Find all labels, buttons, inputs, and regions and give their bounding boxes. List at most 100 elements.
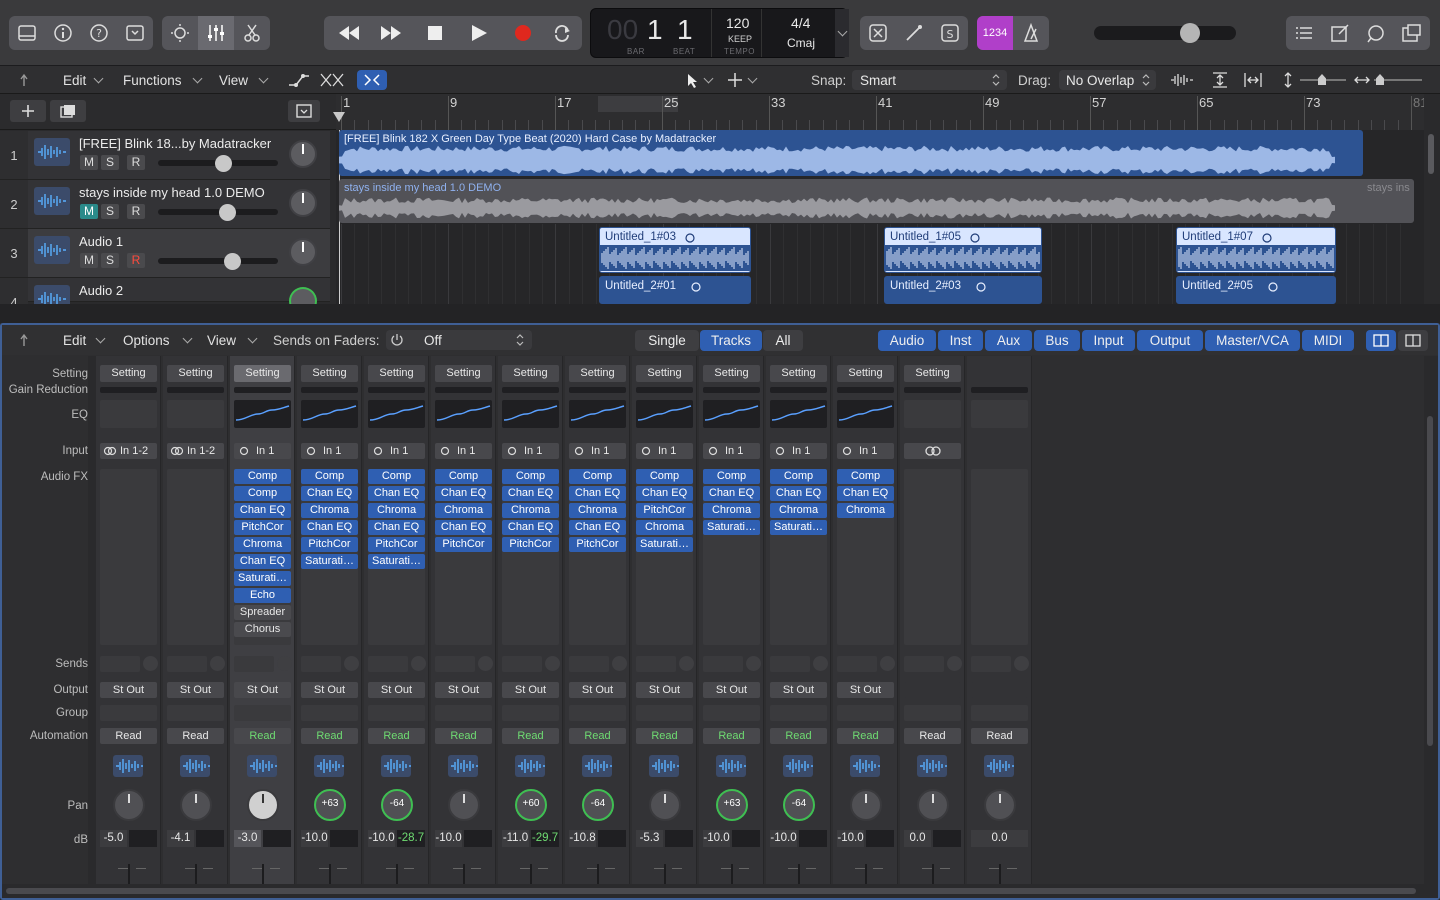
audio-fx-slot[interactable]: Chroma xyxy=(569,503,626,518)
fader-track[interactable] xyxy=(664,864,666,886)
group-slot[interactable] xyxy=(167,705,224,721)
automation-mode-button[interactable]: Read xyxy=(636,728,693,744)
pan-knob[interactable] xyxy=(113,789,145,821)
wide-strips-button[interactable] xyxy=(1398,330,1428,351)
audio-fx-slot[interactable]: Chan EQ xyxy=(569,486,626,501)
audio-fx-area[interactable]: Comp Chan EQ Chroma Chan EQ PitchCor Saturati… xyxy=(368,469,425,645)
pan-knob[interactable] xyxy=(289,140,317,168)
eq-thumbnail[interactable] xyxy=(971,400,1028,428)
mixer-vscrollbar[interactable] xyxy=(1424,356,1438,884)
tuner-icon[interactable] xyxy=(896,16,932,50)
volume-db-value[interactable]: -10.8 xyxy=(569,830,596,847)
eq-thumbnail[interactable] xyxy=(100,400,157,428)
input-slot[interactable]: In 1-2 xyxy=(167,443,224,459)
audio-region-1[interactable]: [FREE] Blink 182 X Green Day Type Beat (… xyxy=(339,130,1363,176)
solo-button[interactable]: S xyxy=(101,253,119,268)
audio-fx-slot[interactable]: Comp xyxy=(636,469,693,484)
audio-fx-slot[interactable]: Saturati… xyxy=(301,554,358,569)
horizontal-zoom-icon[interactable] xyxy=(1354,74,1370,86)
filter-midi-button[interactable]: MIDI xyxy=(1302,330,1354,351)
flex-icon[interactable] xyxy=(320,73,344,87)
send-level-knob[interactable] xyxy=(746,656,761,671)
volume-db-value[interactable]: 0.0 xyxy=(904,830,931,847)
audio-fx-slot[interactable]: Comp xyxy=(502,469,559,484)
automation-mode-button[interactable]: Read xyxy=(770,728,827,744)
volume-db-value[interactable]: -3.0 xyxy=(234,830,261,847)
input-slot[interactable]: In 1-2 xyxy=(100,443,157,459)
output-slot[interactable]: St Out xyxy=(569,682,626,698)
track-icon[interactable] xyxy=(582,755,612,777)
track-volume-slider[interactable] xyxy=(158,155,278,172)
track-icon[interactable] xyxy=(113,755,143,777)
audio-fx-slot[interactable]: Chroma xyxy=(368,503,425,518)
track-icon[interactable] xyxy=(34,236,70,264)
audio-fx-area[interactable]: Comp Chan EQ Chroma Chan EQ PitchCor xyxy=(569,469,626,645)
track-icon[interactable] xyxy=(850,755,880,777)
audio-fx-slot[interactable]: Comp xyxy=(234,486,291,501)
input-slot[interactable]: In 1 xyxy=(636,443,693,459)
filter-output-button[interactable]: Output xyxy=(1137,330,1203,351)
send-level-knob[interactable] xyxy=(813,656,828,671)
audio-fx-slot[interactable]: Chroma xyxy=(502,503,559,518)
output-slot[interactable]: St Out xyxy=(435,682,492,698)
send-slot[interactable] xyxy=(368,656,408,672)
sends-on-faders-dropdown[interactable]: Off xyxy=(386,330,532,350)
audio-fx-slot[interactable]: PitchCor xyxy=(368,537,425,552)
global-tracks-button[interactable] xyxy=(288,100,320,122)
send-slot[interactable] xyxy=(435,656,475,672)
volume-db-value[interactable]: -11.0 xyxy=(502,830,529,847)
automation-mode-button[interactable]: Read xyxy=(904,728,961,744)
track-icon[interactable] xyxy=(34,138,70,166)
eq-thumbnail[interactable] xyxy=(904,400,961,428)
output-slot[interactable]: St Out xyxy=(703,682,760,698)
send-level-knob[interactable] xyxy=(545,656,560,671)
playhead-icon[interactable] xyxy=(333,112,345,126)
track-name[interactable]: [FREE] Blink 18...by Madatracker xyxy=(79,136,271,151)
fader-track[interactable] xyxy=(932,864,934,886)
audio-fx-area[interactable] xyxy=(167,469,224,645)
catch-playhead-button[interactable] xyxy=(357,70,387,90)
add-track-button[interactable] xyxy=(10,100,46,122)
audio-fx-slot[interactable]: Chan EQ xyxy=(368,520,425,535)
audio-fx-slot[interactable]: Saturati… xyxy=(636,537,693,552)
audio-fx-slot[interactable]: Chan EQ xyxy=(636,486,693,501)
audio-fx-area[interactable]: Comp Chan EQ Chroma Saturati… xyxy=(770,469,827,645)
fader-track[interactable] xyxy=(329,864,331,886)
pan-knob[interactable]: -64 xyxy=(381,789,413,821)
fader-track[interactable] xyxy=(195,864,197,886)
narrow-strips-button[interactable] xyxy=(1366,330,1396,351)
setting-button[interactable]: Setting xyxy=(770,365,827,382)
eq-thumbnail[interactable] xyxy=(234,400,291,428)
master-volume-slider[interactable] xyxy=(1094,23,1236,43)
pointer-tool-icon[interactable] xyxy=(686,73,700,89)
output-slot[interactable]: St Out xyxy=(234,682,291,698)
send-level-knob[interactable] xyxy=(411,656,426,671)
audio-fx-area[interactable]: Comp Chan EQ Chroma xyxy=(837,469,894,645)
audio-fx-slot[interactable]: Comp xyxy=(837,469,894,484)
automation-mode-button[interactable]: Read xyxy=(435,728,492,744)
audio-fx-area[interactable]: Comp Chan EQ PitchCor Chroma Saturati… xyxy=(636,469,693,645)
list-editors-icon[interactable] xyxy=(1286,16,1322,50)
track-header[interactable]: 4 Audio 2 xyxy=(0,278,330,326)
audio-fx-area[interactable]: Comp Chan EQ Chroma Saturati… xyxy=(703,469,760,645)
volume-db-value[interactable]: -10.0 xyxy=(770,830,797,847)
filter-aux-button[interactable]: Aux xyxy=(985,330,1032,351)
mute-button[interactable]: M xyxy=(80,204,98,219)
library-icon[interactable] xyxy=(9,16,45,50)
automation-mode-button[interactable]: Read xyxy=(971,728,1028,744)
track-icon[interactable] xyxy=(34,187,70,215)
send-slot[interactable] xyxy=(971,656,1011,672)
automation-mode-button[interactable]: Read xyxy=(569,728,626,744)
group-slot[interactable] xyxy=(502,705,559,721)
setting-button[interactable]: Setting xyxy=(904,365,961,382)
audio-fx-slot[interactable]: Chan EQ xyxy=(368,486,425,501)
back-arrow-icon[interactable] xyxy=(20,73,34,87)
pan-knob[interactable] xyxy=(289,238,317,266)
send-slot[interactable] xyxy=(167,656,207,672)
play-icon[interactable] xyxy=(458,16,500,50)
input-slot[interactable]: In 1 xyxy=(770,443,827,459)
eq-thumbnail[interactable] xyxy=(703,400,760,428)
track-name[interactable]: Audio 2 xyxy=(79,283,123,298)
setting-button[interactable]: Setting xyxy=(435,365,492,382)
tracks-scrollbar[interactable] xyxy=(1424,94,1440,304)
